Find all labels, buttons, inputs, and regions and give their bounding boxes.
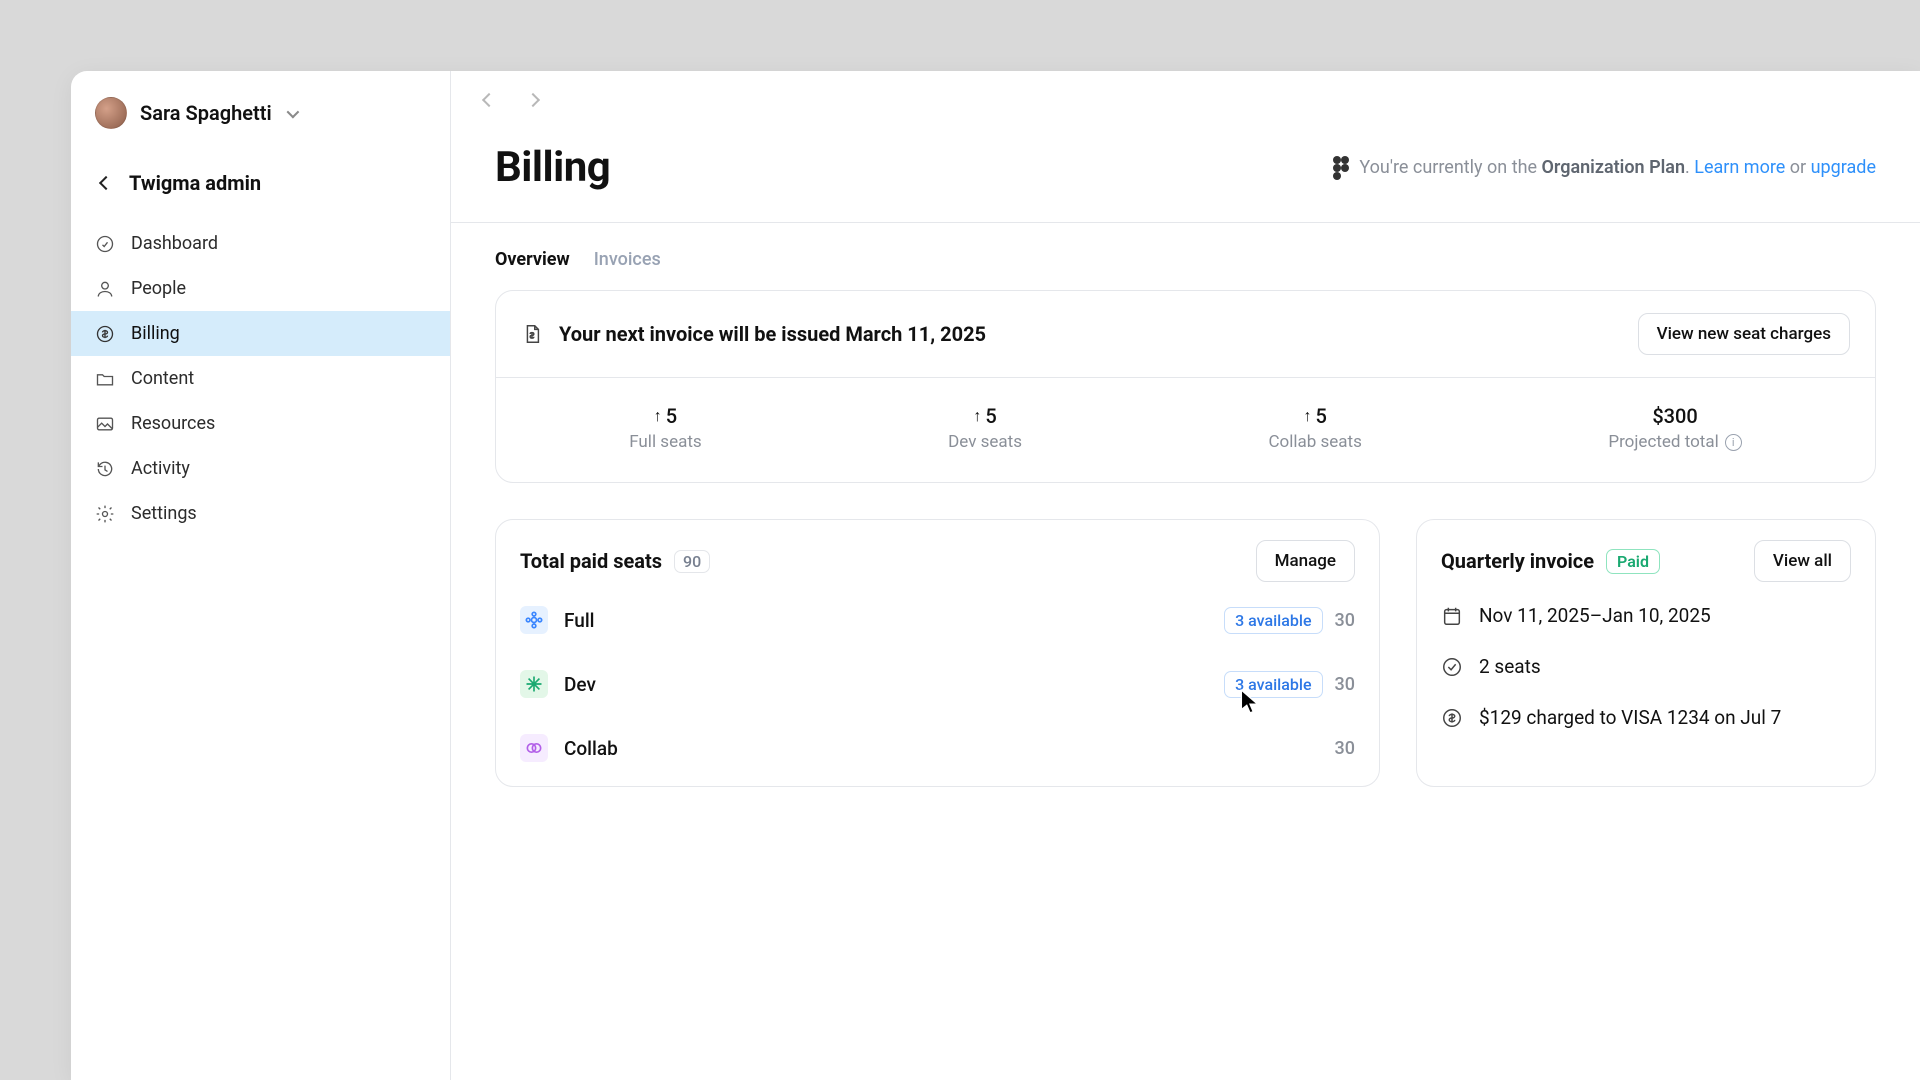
seat-name: Collab xyxy=(564,737,618,760)
page-header: Billing You're currently on the Organiza… xyxy=(451,129,1920,222)
seat-count: 30 xyxy=(1335,610,1355,631)
topbar xyxy=(451,71,1920,129)
sidebar-item-activity[interactable]: Activity xyxy=(71,446,450,491)
dollar-circle-icon xyxy=(1441,707,1463,729)
invoice-document-icon xyxy=(521,323,543,345)
nav-label: Billing xyxy=(131,323,180,344)
page-title: Billing xyxy=(495,143,610,192)
seat-row-full: Full 3 available 30 xyxy=(520,606,1355,634)
arrow-up-icon: ↑ xyxy=(654,406,662,426)
manage-seats-button[interactable]: Manage xyxy=(1256,540,1355,582)
info-icon[interactable]: i xyxy=(1725,434,1742,451)
seats-card-title: Total paid seats xyxy=(520,549,662,573)
full-seat-icon xyxy=(520,606,548,634)
gear-icon xyxy=(95,504,115,524)
user-switcher[interactable]: Sara Spaghetti xyxy=(71,79,450,147)
seats-total-badge: 90 xyxy=(674,550,710,573)
app-frame: Sara Spaghetti Twigma admin Dashboard Pe… xyxy=(71,71,1920,1080)
admin-header: Twigma admin xyxy=(71,147,450,209)
admin-title: Twigma admin xyxy=(129,171,261,195)
upgrade-link[interactable]: upgrade xyxy=(1811,157,1876,178)
arrow-up-icon: ↑ xyxy=(1303,406,1311,426)
cards-row: Total paid seats 90 Manage Full xyxy=(495,519,1876,787)
quarterly-invoice-card: Quarterly invoice Paid View all Nov 11, … xyxy=(1416,519,1876,787)
seat-row-collab: Collab 30 xyxy=(520,734,1355,762)
tab-overview[interactable]: Overview xyxy=(495,249,570,270)
history-forward-button[interactable] xyxy=(515,82,551,118)
nav-label: Settings xyxy=(131,503,197,524)
quarterly-list: Nov 11, 2025–Jan 10, 2025 2 seats xyxy=(1417,590,1875,755)
view-new-seat-charges-button[interactable]: View new seat charges xyxy=(1638,313,1850,355)
sidebar-item-resources[interactable]: Resources xyxy=(71,401,450,446)
nav-label: Content xyxy=(131,368,194,389)
plan-banner: You're currently on the Organization Pla… xyxy=(1333,156,1876,180)
check-circle-icon xyxy=(1441,656,1463,678)
stat-collab-seats: ↑5 Collab seats xyxy=(1268,404,1361,452)
seat-name: Dev xyxy=(564,673,596,696)
learn-more-link[interactable]: Learn more xyxy=(1694,157,1785,178)
avatar xyxy=(95,97,127,129)
quarterly-seats: 2 seats xyxy=(1441,655,1851,678)
next-invoice-header: Your next invoice will be issued March 1… xyxy=(496,291,1875,378)
quarterly-date-range: Nov 11, 2025–Jan 10, 2025 xyxy=(1441,604,1851,627)
content: Your next invoice will be issued March 1… xyxy=(451,290,1920,1080)
sidebar-item-dashboard[interactable]: Dashboard xyxy=(71,221,450,266)
folder-icon xyxy=(95,369,115,389)
nav-label: Dashboard xyxy=(131,233,218,254)
main-content: Billing You're currently on the Organiza… xyxy=(451,71,1920,1080)
back-icon[interactable] xyxy=(99,176,113,190)
stat-full-seats: ↑5 Full seats xyxy=(629,404,701,452)
sidebar-item-content[interactable]: Content xyxy=(71,356,450,401)
view-all-invoices-button[interactable]: View all xyxy=(1754,540,1851,582)
next-invoice-title: Your next invoice will be issued March 1… xyxy=(559,322,986,346)
history-icon xyxy=(95,459,115,479)
tab-invoices[interactable]: Invoices xyxy=(594,249,661,270)
figma-icon xyxy=(1333,156,1349,180)
available-badge[interactable]: 3 available xyxy=(1224,671,1322,698)
stat-dev-seats: ↑5 Dev seats xyxy=(948,404,1022,452)
nav-label: Resources xyxy=(131,413,215,434)
plan-text: You're currently on the Organization Pla… xyxy=(1359,157,1876,178)
stat-projected-total: $300 Projected total i xyxy=(1608,404,1741,452)
user-name: Sara Spaghetti xyxy=(140,101,272,125)
status-badge: Paid xyxy=(1606,549,1660,574)
dollar-circle-icon xyxy=(95,324,115,344)
seat-row-dev: Dev 3 available 30 xyxy=(520,670,1355,698)
tabs: Overview Invoices xyxy=(451,222,1920,290)
seat-name: Full xyxy=(564,609,595,632)
chevron-right-icon xyxy=(526,93,540,107)
next-invoice-card: Your next invoice will be issued March 1… xyxy=(495,290,1876,483)
chevron-left-icon xyxy=(482,93,496,107)
chevron-down-icon xyxy=(286,105,299,118)
gauge-icon xyxy=(95,234,115,254)
history-back-button[interactable] xyxy=(471,82,507,118)
arrow-up-icon: ↑ xyxy=(973,406,981,426)
collab-seat-icon xyxy=(520,734,548,762)
sidebar: Sara Spaghetti Twigma admin Dashboard Pe… xyxy=(71,71,451,1080)
seat-count: 30 xyxy=(1335,738,1355,759)
calendar-icon xyxy=(1441,605,1463,627)
sidebar-item-settings[interactable]: Settings xyxy=(71,491,450,536)
quarterly-title: Quarterly invoice xyxy=(1441,549,1594,573)
seat-list: Full 3 available 30 xyxy=(496,590,1379,786)
seat-count: 30 xyxy=(1335,674,1355,695)
dev-seat-icon xyxy=(520,670,548,698)
total-paid-seats-card: Total paid seats 90 Manage Full xyxy=(495,519,1380,787)
nav-list: Dashboard People Billing Content xyxy=(71,221,450,536)
available-badge[interactable]: 3 available xyxy=(1224,607,1322,634)
nav-label: People xyxy=(131,278,186,299)
image-icon xyxy=(95,414,115,434)
person-icon xyxy=(95,279,115,299)
sidebar-item-people[interactable]: People xyxy=(71,266,450,311)
stats-row: ↑5 Full seats ↑5 Dev seats ↑5 Collab sea… xyxy=(496,378,1875,482)
nav-label: Activity xyxy=(131,458,190,479)
quarterly-charge: $129 charged to VISA 1234 on Jul 7 xyxy=(1441,706,1851,729)
sidebar-item-billing[interactable]: Billing xyxy=(71,311,450,356)
